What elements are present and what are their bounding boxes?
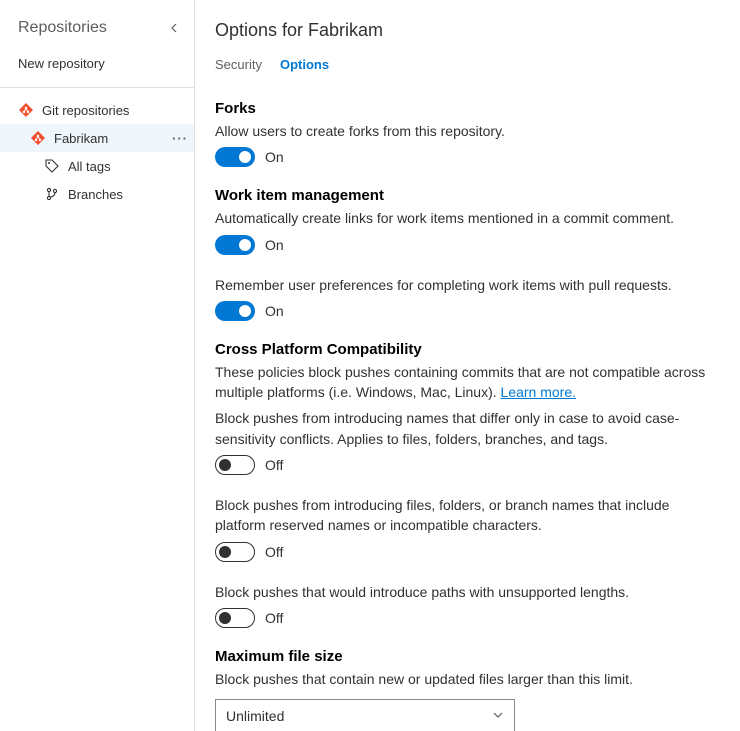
forks-description: Allow users to create forks from this re… [215, 121, 720, 141]
wim-desc-1: Automatically create links for work item… [215, 208, 720, 228]
tag-icon [44, 158, 60, 174]
sidebar-item-label: Fabrikam [54, 131, 108, 146]
forks-toggle-label: On [265, 149, 284, 165]
cpc-toggle-2[interactable] [215, 542, 255, 562]
sidebar-item-all-tags[interactable]: All tags [0, 152, 194, 180]
section-forks-heading: Forks [215, 100, 720, 117]
wim-toggle-2[interactable] [215, 301, 255, 321]
tab-security[interactable]: Security [215, 57, 262, 76]
section-mfs-heading: Maximum file size [215, 648, 720, 665]
cpc-toggle-3-label: Off [265, 610, 283, 626]
git-repo-icon [18, 102, 34, 118]
max-file-size-select[interactable]: Unlimited [215, 699, 515, 731]
page-title: Options for Fabrikam [215, 20, 720, 41]
sidebar-item-label: Git repositories [42, 103, 129, 118]
mfs-desc: Block pushes that contain new or updated… [215, 669, 720, 689]
max-file-size-value: Unlimited [226, 708, 284, 724]
new-repository-link[interactable]: New repository [0, 48, 194, 88]
collapse-sidebar-icon[interactable] [162, 16, 186, 40]
tabs: Security Options [215, 57, 720, 76]
sidebar: Repositories New repository Git reposito… [0, 0, 195, 731]
git-repo-icon [30, 130, 46, 146]
forks-toggle[interactable] [215, 147, 255, 167]
cpc-toggle-1[interactable] [215, 455, 255, 475]
main-content: Options for Fabrikam Security Options Fo… [195, 0, 740, 731]
cpc-toggle-1-label: Off [265, 457, 283, 473]
more-options-icon[interactable]: ··· [172, 131, 188, 146]
cpc-desc-3: Block pushes that would introduce paths … [215, 582, 720, 602]
wim-toggle-2-label: On [265, 303, 284, 319]
wim-toggle-1-label: On [265, 237, 284, 253]
cpc-toggle-3[interactable] [215, 608, 255, 628]
wim-desc-2: Remember user preferences for completing… [215, 275, 720, 295]
sidebar-item-fabrikam[interactable]: Fabrikam ··· [0, 124, 194, 152]
wim-toggle-1[interactable] [215, 235, 255, 255]
chevron-down-icon [492, 708, 504, 724]
sidebar-item-branches[interactable]: Branches [0, 180, 194, 208]
cpc-intro-text: These policies block pushes containing c… [215, 364, 705, 400]
cpc-desc-1: Block pushes from introducing names that… [215, 408, 720, 449]
tab-options[interactable]: Options [280, 57, 329, 76]
cpc-intro: These policies block pushes containing c… [215, 362, 720, 403]
sidebar-title: Repositories [18, 19, 107, 37]
section-cpc-heading: Cross Platform Compatibility [215, 341, 720, 358]
sidebar-item-label: Branches [68, 187, 123, 202]
sidebar-item-git-repositories[interactable]: Git repositories [0, 96, 194, 124]
cpc-desc-2: Block pushes from introducing files, fol… [215, 495, 720, 536]
sidebar-item-label: All tags [68, 159, 111, 174]
section-wim-heading: Work item management [215, 187, 720, 204]
branch-icon [44, 186, 60, 202]
cpc-toggle-2-label: Off [265, 544, 283, 560]
learn-more-link[interactable]: Learn more. [501, 384, 576, 400]
